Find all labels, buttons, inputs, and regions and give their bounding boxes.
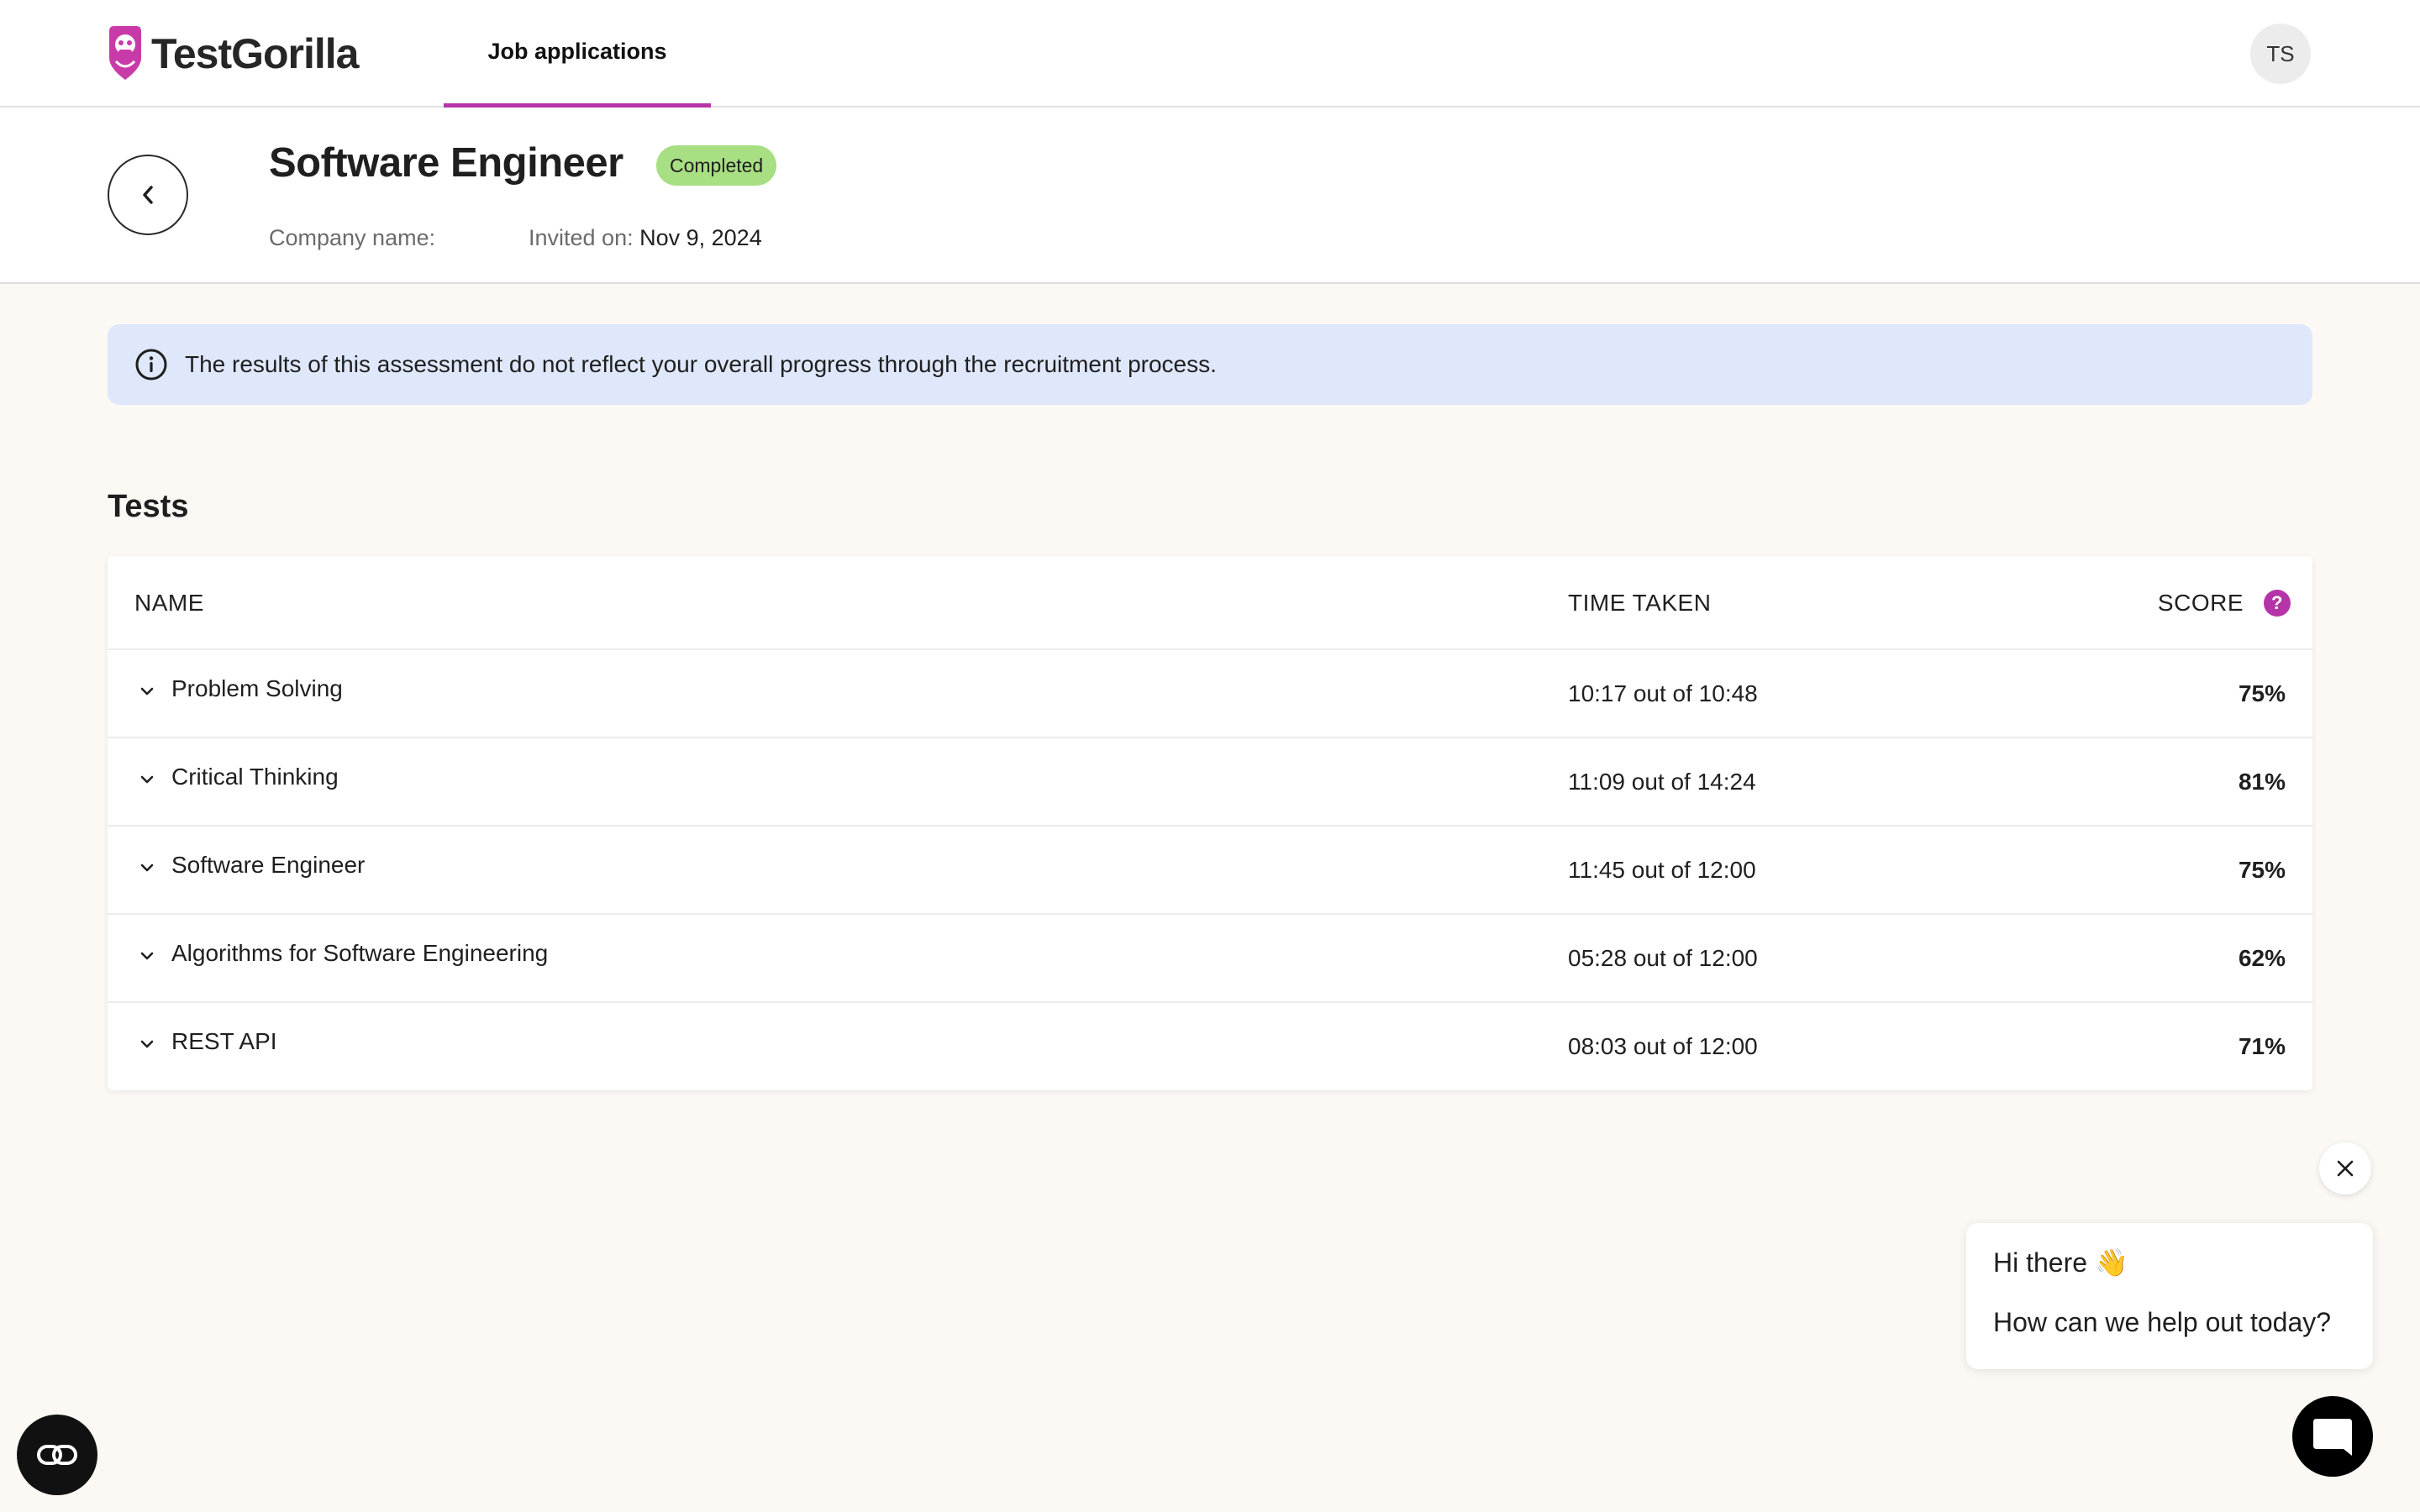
column-header-name: NAME [134,590,204,616]
invited-meta: Invited on: Nov 9, 2024 [529,225,762,251]
help-icon[interactable]: ? [2264,590,2291,617]
test-time: 10:17 out of 10:48 [1568,680,1758,706]
test-name: REST API [171,1028,277,1054]
column-header-score: SCORE ? [2158,556,2291,650]
table-row[interactable]: REST API 08:03 out of 12:00 71% [108,1003,2312,1091]
table-row[interactable]: Software Engineer 11:45 out of 12:00 75% [108,827,2312,915]
chat-launcher-button[interactable] [2292,1396,2373,1477]
chat-welcome-bubble[interactable]: Hi there 👋 How can we help out today? [1966,1223,2373,1369]
table-header: NAME TIME TAKEN SCORE ? [108,556,2312,650]
test-time: 11:45 out of 12:00 [1568,857,1756,883]
avatar[interactable]: TS [2250,24,2311,84]
company-meta: Company name: [269,225,435,251]
tests-table: NAME TIME TAKEN SCORE ? Problem Solving … [108,556,2312,1090]
top-nav: TestGorilla Job applications TS [0,0,2420,108]
close-icon [2337,1160,2354,1177]
company-label: Company name: [269,225,436,250]
chat-close-button[interactable] [2319,1142,2371,1194]
chevron-down-icon[interactable] [138,1035,156,1053]
table-row[interactable]: Algorithms for Software Engineering 05:2… [108,915,2312,1003]
banner-text: The results of this assessment do not re… [185,351,1217,377]
brand-name: TestGorilla [151,30,359,77]
info-icon [135,349,167,381]
test-score: 71% [2238,1033,2286,1059]
gorilla-logo-icon [109,26,141,80]
test-name: Algorithms for Software Engineering [171,940,549,966]
tab-job-applications[interactable]: Job applications [444,0,711,108]
chat-prompt: How can we help out today? [1993,1307,2332,1337]
chevron-left-icon [143,186,153,204]
test-score: 75% [2238,680,2286,706]
chevron-down-icon[interactable] [138,947,156,965]
application-header: Software Engineer Completed Company name… [0,108,2420,284]
table-row[interactable]: Critical Thinking 11:09 out of 14:24 81% [108,738,2312,827]
test-score: 62% [2238,945,2286,971]
test-score: 81% [2238,769,2286,795]
back-button[interactable] [108,155,188,235]
test-time: 08:03 out of 12:00 [1568,1033,1758,1059]
score-header-label: SCORE [2157,590,2244,616]
invited-date: Nov 9, 2024 [639,225,762,250]
page-title: Software Engineer [269,140,623,186]
test-score: 75% [2238,857,2286,883]
test-name: Problem Solving [171,675,343,701]
column-header-time: TIME TAKEN [1568,590,1712,616]
chevron-down-icon[interactable] [138,858,156,877]
status-badge: Completed [656,145,777,186]
info-banner: The results of this assessment do not re… [108,324,2312,405]
section-title-tests: Tests [108,489,189,524]
chat-greeting: Hi there 👋 [1993,1247,2128,1278]
table-row[interactable]: Problem Solving 10:17 out of 10:48 75% [108,650,2312,738]
test-time: 11:09 out of 14:24 [1568,769,1756,795]
test-name: Critical Thinking [171,764,339,790]
brand-logo[interactable]: TestGorilla [106,22,359,86]
chat-icon [2313,1419,2352,1456]
chevron-down-icon[interactable] [138,770,156,789]
chevron-down-icon[interactable] [138,682,156,701]
accessibility-button[interactable] [17,1415,97,1495]
link-icon [37,1445,77,1465]
test-name: Software Engineer [171,852,366,878]
test-time: 05:28 out of 12:00 [1568,945,1758,971]
invited-label: Invited on: [529,225,634,250]
